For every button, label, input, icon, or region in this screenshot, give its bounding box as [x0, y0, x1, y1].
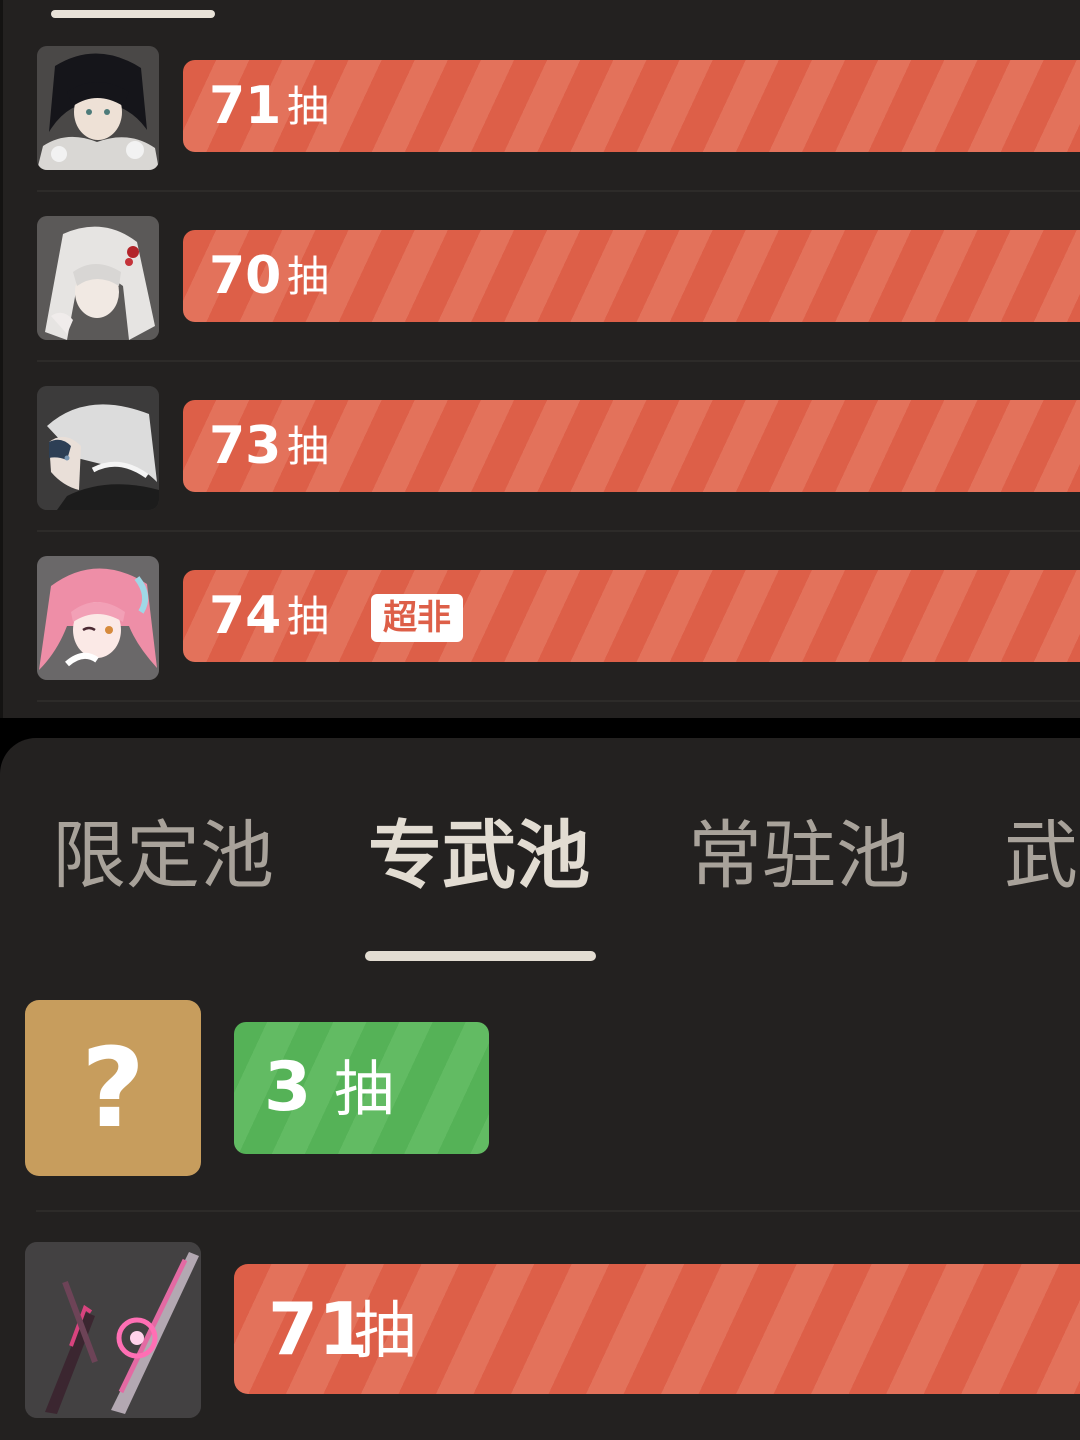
list-item[interactable]: 74 抽 超非 — [3, 532, 1080, 702]
pull-unit: 抽 — [287, 82, 330, 131]
unlucky-badge: 超非 — [371, 594, 463, 642]
avatar — [37, 386, 159, 510]
pull-unit: 抽 — [334, 1055, 394, 1125]
tab-limited-banner[interactable]: 限定池 — [52, 806, 274, 906]
avatar — [37, 216, 159, 340]
pull-count-bar: 74 抽 超非 — [183, 570, 1080, 662]
weapon-thumbnail — [25, 1242, 201, 1418]
pull-unit: 抽 — [287, 592, 330, 641]
pull-count-bar: 71 抽 — [183, 60, 1080, 152]
pull-count-bar: 73 抽 — [183, 400, 1080, 492]
character-portrait-icon — [37, 386, 159, 510]
pull-count: 70 — [209, 246, 282, 306]
list-item[interactable]: 73 抽 — [3, 362, 1080, 532]
tab-weapon-standard[interactable]: 武 — [1004, 806, 1078, 906]
avatar — [37, 556, 159, 680]
tab-weapon-banner[interactable]: 专武池 — [368, 806, 590, 906]
character-portrait-icon — [37, 216, 159, 340]
pull-count: 73 — [209, 416, 282, 476]
pending-pull-bar[interactable]: 3 抽 — [234, 1022, 489, 1154]
pull-unit: 抽 — [287, 422, 330, 471]
pull-unit: 抽 — [354, 1294, 417, 1367]
active-tab-underline — [365, 951, 596, 961]
list-item[interactable]: 70 抽 — [3, 192, 1080, 362]
pull-count: 71 — [209, 76, 282, 136]
character-portrait-icon — [37, 46, 159, 170]
character-portrait-icon — [37, 556, 159, 680]
tab-standard-banner[interactable]: 常驻池 — [688, 806, 910, 906]
unknown-item-icon: ? — [25, 1000, 201, 1176]
weapon-pull-bar[interactable]: 71 抽 — [234, 1264, 1080, 1394]
list-item[interactable]: 71 抽 — [3, 22, 1080, 192]
pull-history-screen: 71 抽 70 抽 73 抽 74 抽 超非 限定池 专武池 常驻池 武 ? 3… — [0, 0, 1080, 1440]
weapon-blade-icon — [25, 1242, 201, 1418]
character-pull-list: 71 抽 70 抽 73 抽 74 抽 超非 — [0, 0, 1080, 718]
pull-count-bar: 70 抽 — [183, 230, 1080, 322]
avatar — [37, 46, 159, 170]
pending-pull-count: 3 — [264, 1048, 312, 1127]
banner-panel: 限定池 专武池 常驻池 武 ? 3 抽 71 抽 — [0, 738, 1080, 1440]
pull-count: 74 — [209, 586, 282, 646]
tab-indicator — [51, 10, 215, 18]
pull-unit: 抽 — [287, 252, 330, 301]
row-divider — [37, 700, 1080, 702]
row-divider — [36, 1210, 1080, 1212]
